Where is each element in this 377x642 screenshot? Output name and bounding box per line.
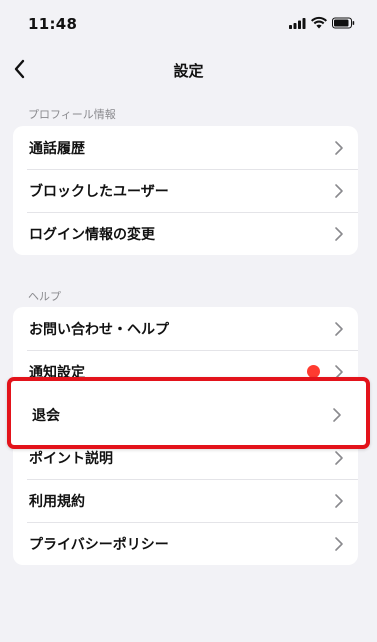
chevron-right-icon: [335, 451, 343, 465]
settings-item-label: プライバシーポリシー: [29, 537, 169, 553]
signal-icon: [289, 18, 306, 29]
page-title: 設定: [173, 62, 204, 80]
settings-item-label: お問い合わせ・ヘルプ: [29, 322, 169, 338]
settings-item-label: 通話履歴: [29, 141, 85, 157]
chevron-right-icon: [333, 408, 341, 422]
settings-item-label: ログイン情報の変更: [29, 227, 155, 243]
settings-item-login-info[interactable]: ログイン情報の変更: [13, 212, 358, 255]
chevron-right-icon: [335, 322, 343, 336]
status-icons: [289, 16, 355, 29]
wifi-icon: [311, 16, 327, 29]
section-header-profile: プロフィール情報: [28, 108, 116, 121]
chevron-right-icon: [335, 537, 343, 551]
nav-bar: 設定: [0, 48, 377, 92]
settings-item-label: ポイント説明: [29, 451, 113, 467]
settings-item-terms[interactable]: 利用規約: [13, 479, 358, 522]
section-header-help: ヘルプ: [28, 290, 61, 303]
settings-item-privacy-policy[interactable]: プライバシーポリシー: [13, 522, 358, 565]
settings-item-blocked-users[interactable]: ブロックしたユーザー: [13, 169, 358, 212]
highlight-withdraw[interactable]: 退会: [7, 377, 370, 449]
settings-item-contact-help[interactable]: お問い合わせ・ヘルプ: [13, 307, 358, 350]
highlight-label: 退会: [32, 408, 60, 424]
chevron-right-icon: [335, 184, 343, 198]
chevron-right-icon: [335, 494, 343, 508]
chevron-right-icon: [335, 227, 343, 241]
status-bar: 11:48: [0, 0, 377, 48]
settings-item-call-history[interactable]: 通話履歴: [13, 126, 358, 169]
settings-item-label: 利用規約: [29, 494, 85, 510]
battery-icon: [332, 17, 355, 29]
status-time: 11:48: [28, 15, 78, 33]
chevron-right-icon: [335, 141, 343, 155]
settings-group-profile: 通話履歴 ブロックしたユーザー ログイン情報の変更: [13, 126, 358, 255]
settings-item-label: ブロックしたユーザー: [29, 184, 169, 200]
